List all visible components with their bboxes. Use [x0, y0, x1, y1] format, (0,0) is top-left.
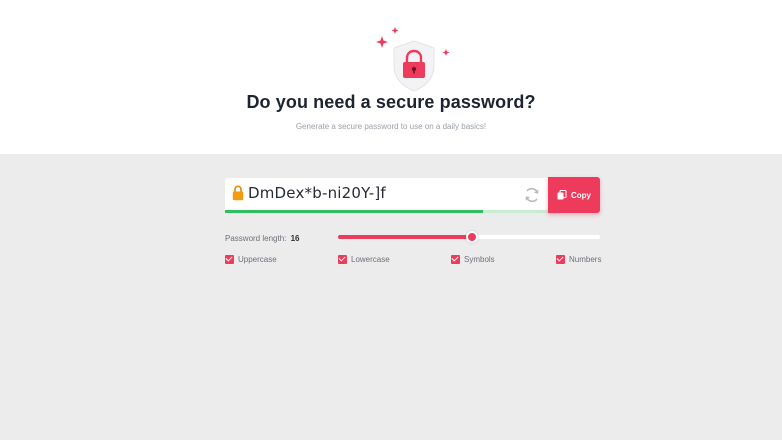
refresh-icon[interactable]: [523, 186, 541, 204]
password-length-label: Password length: 16: [225, 234, 300, 243]
hero-section: Do you need a secure password? Generate …: [0, 0, 782, 154]
copy-icon: [557, 190, 567, 200]
symbols-checkbox[interactable]: [451, 255, 460, 264]
option-label: Lowercase: [351, 255, 390, 264]
shield-lock-icon: [376, 27, 450, 92]
page-subtitle: Generate a secure password to use on a d…: [295, 122, 487, 131]
password-length-value: 16: [290, 234, 300, 243]
numbers-checkbox[interactable]: [556, 255, 565, 264]
lowercase-checkbox[interactable]: [338, 255, 347, 264]
strength-meter: [225, 210, 548, 213]
page-title: Do you need a secure password?: [246, 92, 536, 112]
password-length-text: Password length:: [225, 234, 287, 243]
option-label: Symbols: [464, 255, 495, 264]
slider-fill: [338, 235, 472, 239]
uppercase-checkbox[interactable]: [225, 255, 234, 264]
lock-icon: [232, 185, 244, 201]
option-lowercase[interactable]: Lowercase: [338, 255, 390, 264]
option-label: Numbers: [569, 255, 602, 264]
option-label: Uppercase: [238, 255, 277, 264]
option-numbers[interactable]: Numbers: [556, 255, 601, 264]
slider-thumb[interactable]: [465, 231, 478, 243]
strength-meter-fill: [225, 210, 484, 213]
option-symbols[interactable]: Symbols: [451, 255, 495, 264]
generated-password: DmDex*b-ni20Y-]f: [248, 184, 386, 202]
password-field[interactable]: DmDex*b-ni20Y-]f: [225, 178, 548, 212]
copy-button[interactable]: Copy: [548, 177, 600, 213]
password-length-slider[interactable]: [338, 230, 600, 244]
option-uppercase[interactable]: Uppercase: [225, 255, 277, 264]
copy-button-label: Copy: [571, 190, 591, 200]
